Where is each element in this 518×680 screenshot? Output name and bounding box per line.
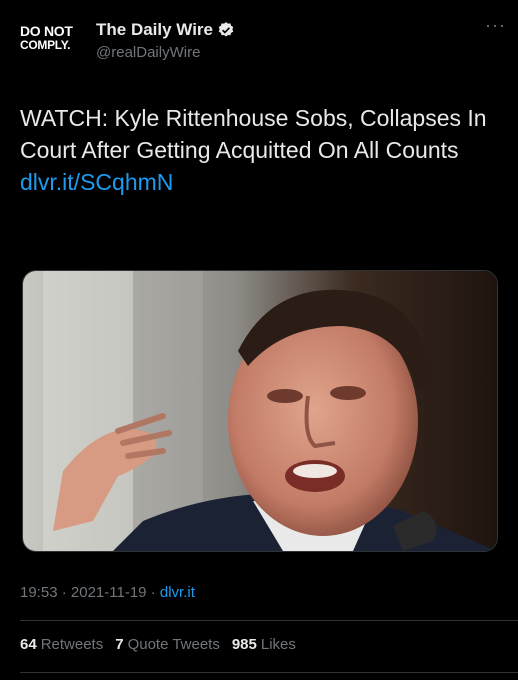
likes-stat[interactable]: 985 Likes [232,636,296,653]
meta-separator: · [57,584,71,601]
account-name[interactable]: The Daily Wire [96,20,213,40]
verified-badge-icon [218,22,234,37]
courtroom-photo [23,271,497,551]
account-names: The Daily Wire @realDailyWire [96,18,235,61]
more-options-icon[interactable]: ··· [485,16,506,34]
logo-line-1: DO NOT [20,23,73,39]
retweets-count: 64 [20,636,37,653]
quote-tweets-label: Quote Tweets [127,636,220,653]
divider [20,672,518,673]
retweets-label: Retweets [40,636,104,653]
tweet-meta: 19:53 · 2021-11-19 · dlvr.it [20,584,195,601]
tweet-date[interactable]: 2021-11-19 [71,584,147,601]
tweet-stats: 64 Retweets 7 Quote Tweets 985 Likes [20,636,308,653]
account-avatar-logo[interactable]: DO NOT COMPLY. [20,24,82,64]
quote-tweets-stat[interactable]: 7 Quote Tweets [115,636,220,653]
quote-tweets-count: 7 [115,636,124,653]
likes-count: 985 [231,636,257,653]
logo-line-2: COMPLY. [20,38,71,52]
tweet-header: DO NOT COMPLY. The Daily Wire @realDaily… [20,16,505,68]
meta-separator: · [146,584,160,601]
tweet-body: WATCH: Kyle Rittenhouse Sobs, Collapses … [20,105,487,163]
tweet-text: WATCH: Kyle Rittenhouse Sobs, Collapses … [20,102,490,198]
retweets-stat[interactable]: 64 Retweets [20,636,103,653]
likes-label: Likes [260,636,296,653]
tweet-media-image[interactable] [22,270,498,552]
tweet-link[interactable]: dlvr.it/SCqhmN [20,169,173,195]
divider [20,620,518,621]
account-handle[interactable]: @realDailyWire [96,44,235,61]
tweet-source[interactable]: dlvr.it [160,584,195,601]
tweet-time[interactable]: 19:53 [20,584,58,601]
